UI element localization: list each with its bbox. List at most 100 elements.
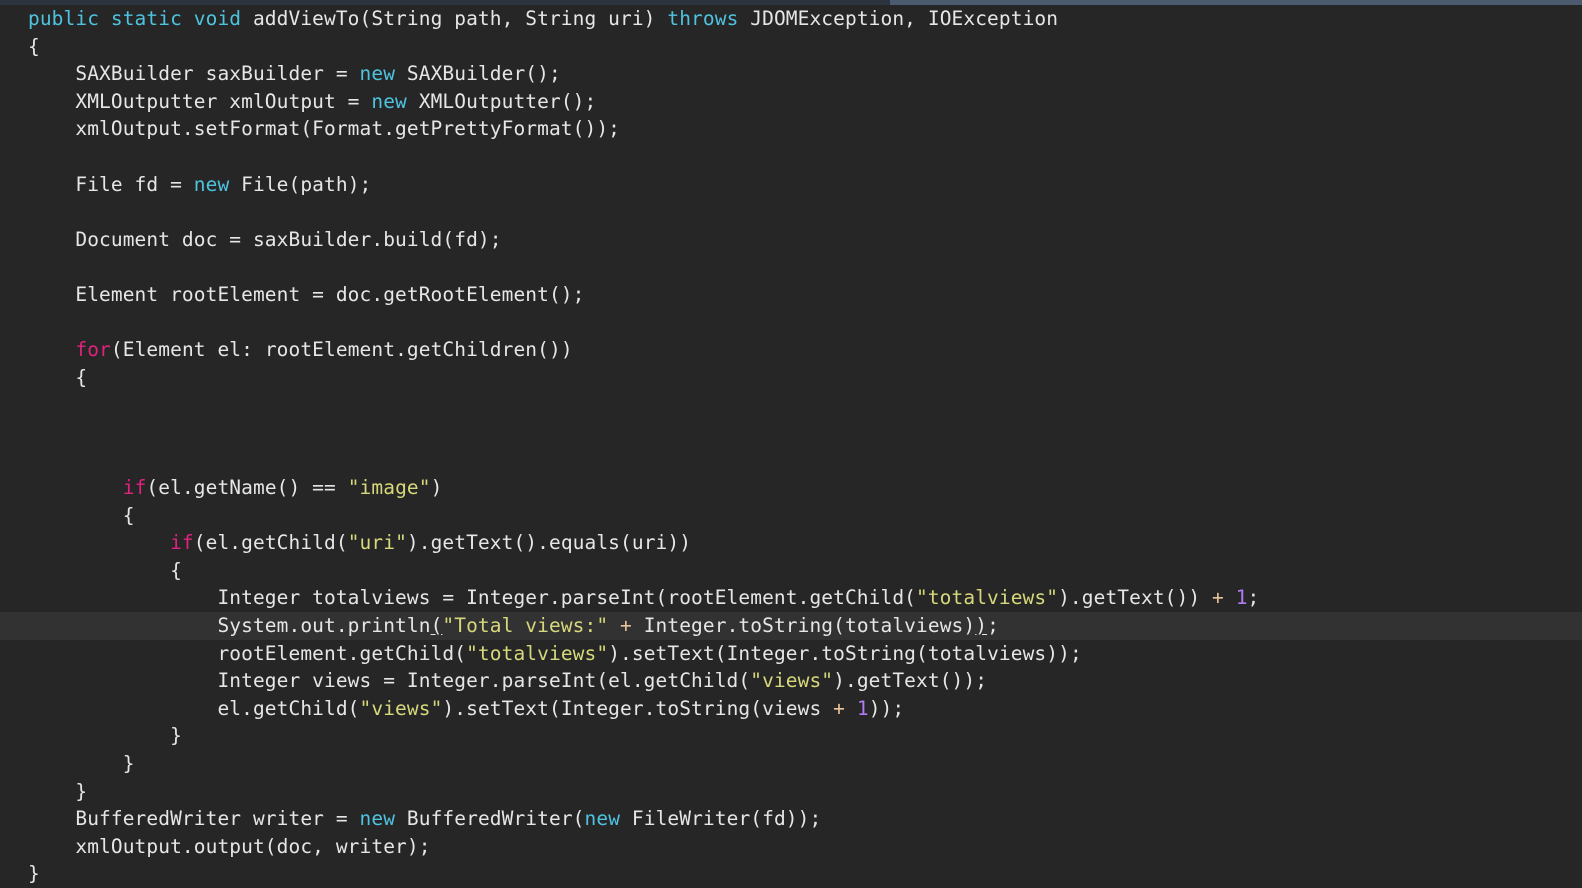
code-token: ) <box>430 476 443 500</box>
code-token: { <box>28 503 135 527</box>
code-editor[interactable]: public static void addViewTo(String path… <box>0 0 1582 885</box>
code-line[interactable]: if(el.getChild("uri").getText().equals(u… <box>0 529 1582 557</box>
code-line[interactable] <box>0 198 1582 226</box>
code-line[interactable]: File fd = new File(path); <box>0 171 1582 199</box>
code-token: { <box>28 34 40 58</box>
code-line[interactable]: } <box>0 750 1582 778</box>
code-token: Integer views = Integer.parseInt(el.getC… <box>28 669 751 693</box>
code-token: "totalviews" <box>916 586 1059 610</box>
code-line[interactable] <box>0 447 1582 475</box>
code-token: new <box>371 89 407 113</box>
code-line[interactable]: } <box>0 860 1582 888</box>
code-line[interactable]: Document doc = saxBuilder.build(fd); <box>0 226 1582 254</box>
code-line[interactable]: xmlOutput.output(doc, writer); <box>0 833 1582 861</box>
code-line[interactable]: { <box>0 557 1582 585</box>
code-token: "totalviews" <box>466 641 609 665</box>
code-token: 1 <box>856 696 869 720</box>
code-line[interactable]: { <box>0 502 1582 530</box>
code-token: Integer.toString(totalviews) <box>631 614 976 638</box>
code-token: new <box>584 807 621 831</box>
code-token: public static void <box>28 7 242 30</box>
code-token: (Element el: rootElement.getChildren()) <box>110 338 573 362</box>
code-line[interactable] <box>0 419 1582 447</box>
code-token: FileWriter(fd)); <box>620 807 822 831</box>
code-token: ).getText().equals(uri)) <box>406 531 692 555</box>
code-token: ).setText(Integer.toString(views <box>442 696 834 720</box>
code-token: (el.getName() == <box>146 476 348 500</box>
code-line[interactable]: } <box>0 722 1582 750</box>
code-token: new <box>359 807 396 831</box>
code-line[interactable]: public static void addViewTo(String path… <box>0 5 1582 33</box>
code-token: )); <box>868 696 905 720</box>
code-content[interactable]: public static void addViewTo(String path… <box>0 5 1582 888</box>
code-token: BufferedWriter( <box>395 807 585 831</box>
code-token: System.out.println <box>28 614 431 638</box>
code-token: 1 <box>1235 586 1248 610</box>
code-token: } <box>28 862 40 886</box>
code-line[interactable]: Element rootElement = doc.getRootElement… <box>0 281 1582 309</box>
horizontal-scrollbar-thumb[interactable] <box>0 0 890 5</box>
code-token: SAXBuilder saxBuilder = <box>28 62 360 86</box>
code-line[interactable]: { <box>0 364 1582 392</box>
code-line[interactable]: Integer totalviews = Integer.parseInt(ro… <box>0 584 1582 612</box>
code-line[interactable]: Integer views = Integer.parseInt(el.getC… <box>0 667 1582 695</box>
code-token: XMLOutputter xmlOutput = <box>28 89 372 113</box>
code-token: ).setText(Integer.toString(totalviews)); <box>608 641 1082 665</box>
code-token: xmlOutput.setFormat(Format.getPrettyForm… <box>28 117 620 141</box>
code-token: + <box>1212 586 1224 610</box>
code-token: ( <box>430 614 443 638</box>
code-token: { <box>28 558 182 582</box>
code-token: addViewTo(String path, String uri) <box>241 7 668 30</box>
code-token: SAXBuilder(); <box>395 62 561 86</box>
code-token: "views" <box>750 669 834 693</box>
code-token: "views" <box>359 696 443 720</box>
code-token: throws <box>667 7 739 30</box>
code-token: { <box>28 365 88 389</box>
code-token: ).getText()); <box>833 669 988 693</box>
code-token: for <box>75 338 111 362</box>
code-line[interactable] <box>0 391 1582 419</box>
code-token: ) <box>975 614 988 638</box>
code-token: new <box>359 62 396 86</box>
code-token: "Total views:" <box>442 614 609 638</box>
horizontal-scrollbar[interactable] <box>0 0 1582 5</box>
code-line[interactable]: BufferedWriter writer = new BufferedWrit… <box>0 805 1582 833</box>
code-line[interactable]: SAXBuilder saxBuilder = new SAXBuilder()… <box>0 60 1582 88</box>
code-token: } <box>28 724 182 748</box>
code-token: BufferedWriter writer = <box>28 807 360 831</box>
code-token: ).getText()) <box>1058 586 1213 610</box>
code-line[interactable]: rootElement.getChild("totalviews").setTe… <box>0 640 1582 668</box>
code-line[interactable] <box>0 143 1582 171</box>
code-token: ; <box>987 614 999 638</box>
code-line[interactable]: if(el.getName() == "image") <box>0 474 1582 502</box>
code-token: Document doc = saxBuilder.build(fd); <box>28 227 502 251</box>
code-token: ; <box>1247 586 1260 610</box>
code-line[interactable]: XMLOutputter xmlOutput = new XMLOutputte… <box>0 88 1582 116</box>
code-token: File(path); <box>229 172 372 196</box>
code-line[interactable] <box>0 253 1582 281</box>
code-line[interactable]: el.getChild("views").setText(Integer.toS… <box>0 695 1582 723</box>
code-line[interactable] <box>0 309 1582 337</box>
code-line[interactable]: xmlOutput.setFormat(Format.getPrettyForm… <box>0 115 1582 143</box>
code-token: File fd = <box>28 172 194 196</box>
code-token: Element rootElement = doc.getRootElement… <box>28 282 585 306</box>
code-line[interactable]: } <box>0 778 1582 806</box>
code-token: (el.getChild( <box>193 531 348 555</box>
code-line[interactable]: System.out.println("Total views:" + Inte… <box>0 612 1582 640</box>
code-token: if <box>122 476 147 500</box>
code-token: Integer totalviews = Integer.parseInt(ro… <box>28 586 916 610</box>
code-line[interactable]: for(Element el: rootElement.getChildren(… <box>0 336 1582 364</box>
code-line[interactable]: { <box>0 33 1582 61</box>
